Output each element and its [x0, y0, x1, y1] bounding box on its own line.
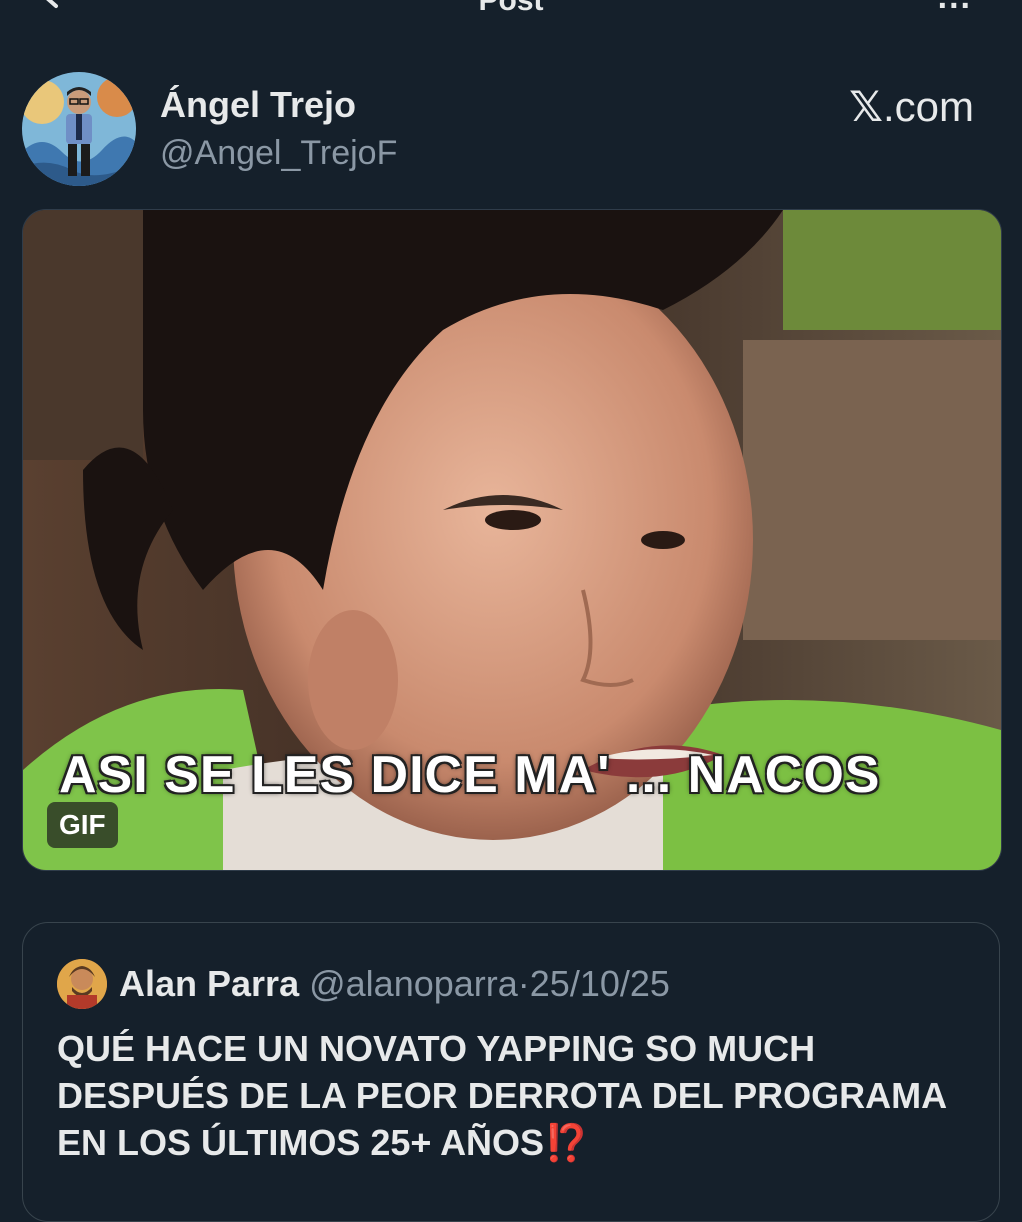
- gif-caption-text: ASI SE LES DICE MA' ... NACOS: [59, 746, 881, 804]
- interrobang-emoji: ⁉️: [544, 1122, 589, 1163]
- author-handle[interactable]: @Angel_TrejoF: [160, 134, 397, 173]
- quote-avatar-illustration: [57, 959, 107, 1009]
- x-logo-label[interactable]: 𝕏.com: [849, 82, 974, 131]
- quoted-author-handle[interactable]: @alanoparra: [309, 963, 518, 1004]
- quoted-post-meta: Alan Parra @alanoparra·25/10/25: [119, 963, 670, 1005]
- quoted-post-card[interactable]: Alan Parra @alanoparra·25/10/25 QUÉ HACE…: [22, 922, 1000, 1222]
- quoted-post-body: QUÉ HACE UN NOVATO YAPPING SO MUCH DESPU…: [57, 1028, 946, 1163]
- quoted-post-text: QUÉ HACE UN NOVATO YAPPING SO MUCH DESPU…: [57, 1025, 957, 1166]
- page-title: Post: [478, 0, 544, 17]
- meta-separator: ·: [517, 963, 530, 1004]
- post-author-header: Ángel Trejo @Angel_TrejoF 𝕏.com: [22, 72, 1002, 192]
- top-navigation-bar: Post ...: [0, 0, 1022, 40]
- x-logo-icon: 𝕏: [849, 82, 883, 131]
- quoted-post-date[interactable]: 25/10/25: [530, 963, 670, 1004]
- source-domain-suffix: .com: [882, 83, 974, 130]
- more-horizontal-icon[interactable]: ...: [938, 0, 972, 17]
- avatar[interactable]: [57, 959, 107, 1009]
- quoted-author-name[interactable]: Alan Parra: [119, 963, 299, 1004]
- gif-badge: GIF: [47, 802, 118, 848]
- avatar-illustration: [22, 72, 136, 186]
- avatar[interactable]: [22, 72, 136, 186]
- gif-media[interactable]: ASI SE LES DICE MA' ... NACOS GIF: [22, 209, 1002, 871]
- author-name[interactable]: Ángel Trejo: [160, 84, 356, 126]
